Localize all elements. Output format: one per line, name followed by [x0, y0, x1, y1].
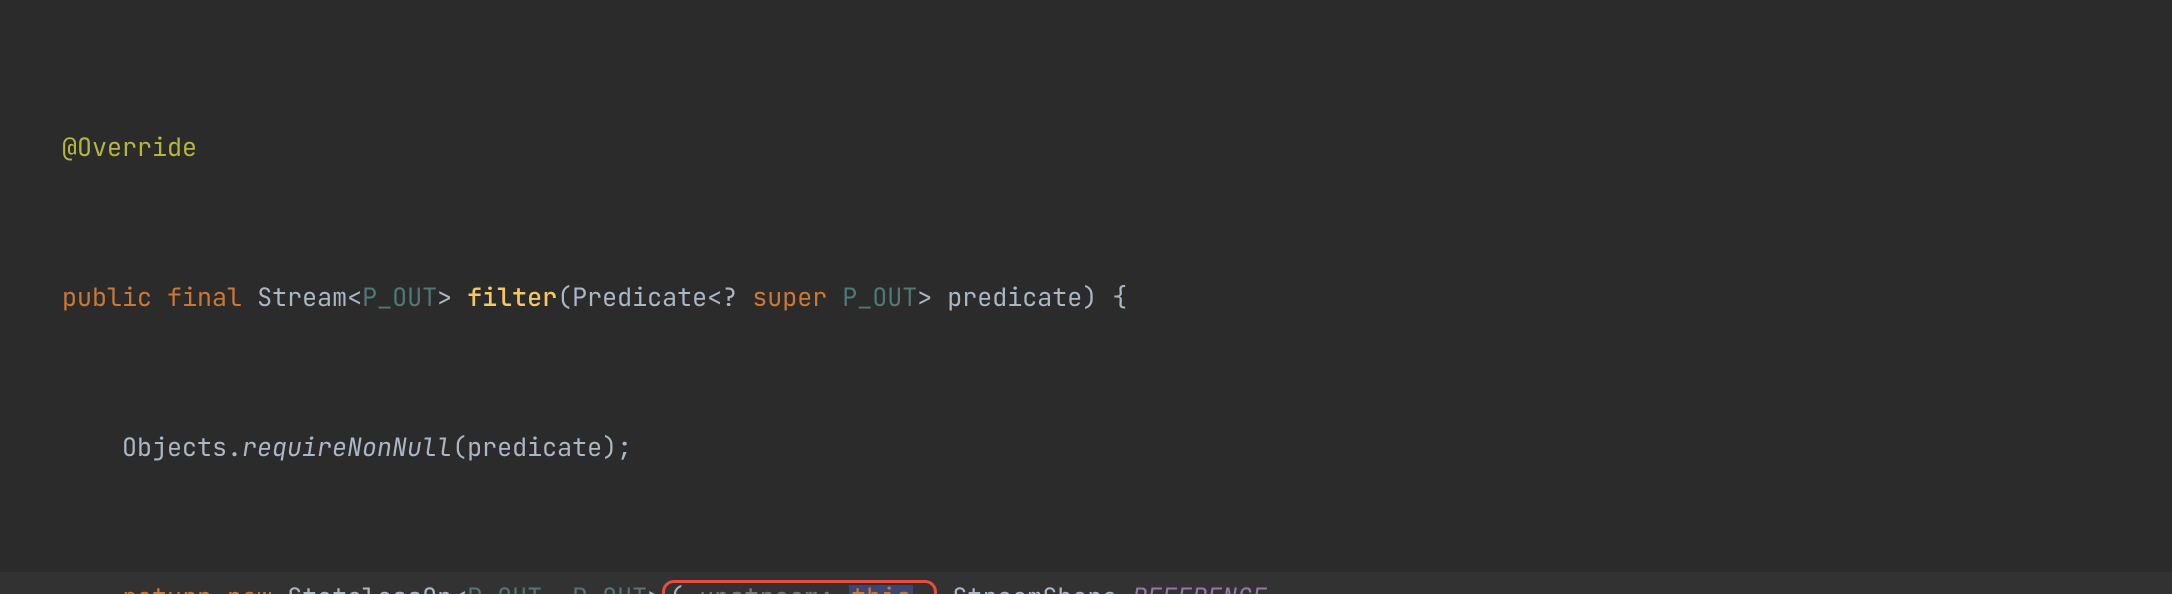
code-line[interactable]: Objects.requireNonNull(predicate); — [62, 422, 2172, 472]
generic-param: P_OUT — [842, 285, 917, 310]
inlay-hint-upstream: upstream: — [699, 585, 849, 594]
type-predicate: Predicate — [572, 285, 707, 310]
comma: , — [913, 585, 928, 594]
annotation: @Override — [62, 135, 197, 160]
generic-param: P_OUT — [362, 285, 437, 310]
code-line[interactable]: @Override — [62, 122, 2172, 172]
code-line-current[interactable]: return new StatelessOp<P_OUT, P_OUT>( up… — [0, 572, 2172, 594]
keyword-final: final — [167, 285, 242, 310]
keyword-super: super — [752, 285, 827, 310]
angle-close: > — [437, 285, 467, 310]
angle-close: > — [917, 285, 947, 310]
space — [212, 585, 227, 594]
code-editor[interactable]: @Override public final Stream<P_OUT> fil… — [0, 0, 2172, 594]
indent — [62, 435, 122, 460]
keyword-new: new — [227, 585, 272, 594]
angle-open: < — [347, 285, 362, 310]
keyword-return: return — [122, 585, 212, 594]
paren-close: ); — [602, 435, 632, 460]
const-reference: REFERENCE — [1132, 585, 1267, 594]
class-objects: Objects — [122, 435, 227, 460]
call-requirenonnull: requireNonNull — [242, 435, 452, 460]
space — [152, 285, 167, 310]
wildcard: ? — [722, 285, 752, 310]
highlight-box: ( upstream: this, — [662, 580, 937, 594]
dot: . — [227, 435, 242, 460]
class-streamshape: StreamShape — [952, 585, 1117, 594]
dot: . — [1117, 585, 1132, 594]
angle-close: > — [647, 585, 662, 594]
code-line[interactable]: public final Stream<P_OUT> filter(Predic… — [62, 272, 2172, 322]
type-statelessop: StatelessOp — [287, 585, 452, 594]
space — [272, 585, 287, 594]
comma: , — [1267, 585, 1282, 594]
param-predicate: predicate — [947, 285, 1082, 310]
indent — [62, 585, 122, 594]
arg-predicate: predicate — [467, 435, 602, 460]
paren-open: ( — [669, 585, 699, 594]
paren-close: ) { — [1082, 285, 1127, 310]
space — [242, 285, 257, 310]
angle-open: < — [452, 585, 467, 594]
paren-open: ( — [452, 435, 467, 460]
angle-open: < — [707, 285, 722, 310]
space — [827, 285, 842, 310]
paren-open: ( — [557, 285, 572, 310]
keyword-this: this — [849, 585, 913, 594]
keyword-public: public — [62, 285, 152, 310]
generic-param: P_OUT — [467, 585, 542, 594]
comma: , — [542, 585, 572, 594]
generic-param: P_OUT — [572, 585, 647, 594]
type-stream: Stream — [257, 285, 347, 310]
space — [937, 585, 952, 594]
method-filter: filter — [467, 285, 557, 310]
